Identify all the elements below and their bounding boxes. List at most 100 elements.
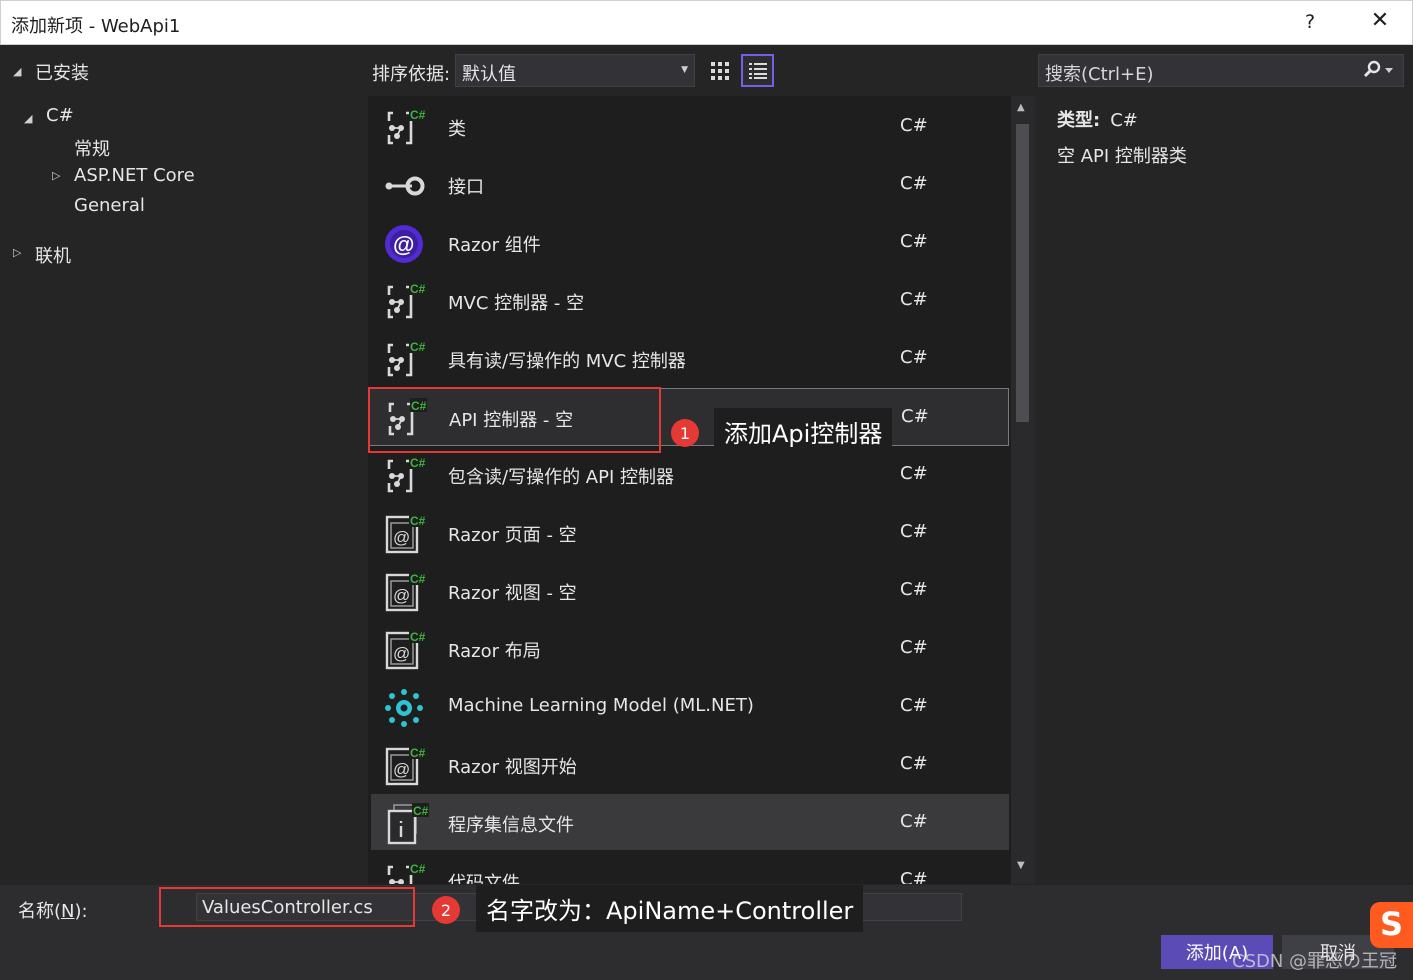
template-icon: C#: [382, 454, 426, 498]
ml-model-icon: [382, 686, 426, 730]
add-new-item-dialog: 添加新项 - WebApi1 ? ✕ ◢ 已安装 ◢ C# 常规 ▷ ASP.N…: [0, 0, 1413, 980]
collapse-icon[interactable]: ◢: [13, 65, 21, 78]
svg-text:C#: C#: [410, 456, 426, 470]
svg-text:C#: C#: [413, 804, 429, 818]
help-button[interactable]: ?: [1297, 11, 1323, 33]
item-name: Razor 视图开始: [448, 757, 577, 778]
item-name: Razor 组件: [448, 235, 541, 256]
close-button[interactable]: ✕: [1365, 8, 1395, 33]
item-language: C#: [900, 637, 928, 658]
type-row: 类型: C#: [1057, 106, 1138, 132]
item-language: C#: [900, 695, 928, 716]
tree-item-aspnet-core[interactable]: ASP.NET Core: [74, 165, 195, 186]
search-box[interactable]: 搜索(Ctrl+E): [1038, 54, 1404, 87]
razor-page-icon: @ C#: [382, 512, 426, 556]
assembly-info-icon: C#: [385, 802, 429, 846]
item-language: C#: [900, 231, 928, 252]
template-list: C# 类 C# 接口 C# @ Razor 组件 C# C# MVC 控制器 -…: [368, 96, 1011, 884]
list-item[interactable]: @ C# Razor 布局 C#: [368, 620, 1009, 678]
item-name: 代码文件: [448, 873, 520, 884]
callout-1: 添加Api控制器: [714, 408, 893, 455]
item-name: 程序集信息文件: [448, 815, 574, 836]
search-icon[interactable]: [1361, 59, 1395, 85]
item-language: C#: [901, 406, 929, 427]
item-language: C#: [900, 347, 928, 368]
svg-text:@: @: [393, 586, 410, 605]
svg-text:C#: C#: [410, 108, 426, 122]
step-badge-1: 1: [671, 419, 699, 447]
title-bar: 添加新项 - WebApi1 ? ✕: [0, 0, 1413, 45]
template-icon: C#: [382, 106, 426, 150]
sort-dropdown[interactable]: 默认值 ▼: [455, 54, 695, 87]
item-language: C#: [900, 579, 928, 600]
item-name: Razor 布局: [448, 641, 541, 662]
template-icon: C#: [382, 280, 426, 324]
item-name: 接口: [448, 177, 484, 198]
tree-item-general[interactable]: General: [74, 195, 145, 216]
item-name: 具有读/写操作的 MVC 控制器: [448, 351, 686, 372]
interface-icon: [382, 164, 426, 208]
item-name: 包含读/写操作的 API 控制器: [448, 467, 674, 488]
category-tree: ◢ 已安装 ◢ C# 常规 ▷ ASP.NET Core General ▷ 联…: [0, 45, 368, 885]
expand-icon[interactable]: ▷: [52, 169, 60, 182]
list-item[interactable]: C# 类 C#: [368, 98, 1009, 156]
tree-item-csharp[interactable]: C#: [46, 105, 74, 126]
item-language: C#: [900, 753, 928, 774]
scroll-thumb[interactable]: [1016, 124, 1029, 422]
list-item[interactable]: @ C# Razor 视图 - 空 C#: [368, 562, 1009, 620]
svg-text:C#: C#: [410, 746, 426, 760]
item-name: 类: [448, 119, 466, 140]
razor-page-icon: @ C#: [382, 628, 426, 672]
list-item[interactable]: C# 包含读/写操作的 API 控制器 C#: [368, 446, 1009, 504]
template-icon: C#: [382, 338, 426, 382]
razor-page-icon: @ C#: [382, 744, 426, 788]
item-language: C#: [900, 115, 928, 136]
list-item[interactable]: @ C# Razor 页面 - 空 C#: [368, 504, 1009, 562]
collapse-icon[interactable]: ◢: [24, 112, 32, 125]
tree-item-general-cn[interactable]: 常规: [74, 135, 110, 161]
svg-text:C#: C#: [410, 572, 426, 586]
highlight-box-api-controller: [368, 387, 661, 453]
step-badge-2: 2: [432, 896, 460, 924]
list-scrollbar[interactable]: ▲ ▼: [1011, 96, 1035, 884]
grid-view-button[interactable]: [703, 54, 736, 87]
item-language: C#: [900, 173, 928, 194]
list-item[interactable]: C# MVC 控制器 - 空 C#: [368, 272, 1009, 330]
svg-text:C#: C#: [410, 340, 426, 354]
sogou-ime-icon[interactable]: S: [1370, 902, 1413, 948]
item-language: C#: [900, 869, 928, 884]
list-item-hovered[interactable]: C# 程序集信息文件 C#: [371, 794, 1009, 850]
item-name: Machine Learning Model (ML.NET): [448, 695, 754, 716]
watermark: CSDN @罪恶の王冠: [1232, 951, 1398, 972]
window-title: 添加新项 - WebApi1: [11, 16, 181, 37]
svg-text:@: @: [393, 760, 410, 779]
item-language: C#: [900, 289, 928, 310]
item-name: Razor 页面 - 空: [448, 525, 577, 546]
description: 空 API 控制器类: [1057, 146, 1187, 167]
callout-2: 名字改为：ApiName+Controller: [476, 885, 864, 932]
name-label-suffix: ):: [74, 901, 88, 922]
list-item[interactable]: Machine Learning Model (ML.NET) C#: [368, 678, 1009, 736]
expand-icon[interactable]: ▷: [13, 246, 21, 259]
item-name: MVC 控制器 - 空: [448, 293, 585, 314]
name-label-prefix: 名称(: [18, 901, 62, 922]
list-icon: [748, 62, 767, 79]
svg-text:C#: C#: [410, 862, 426, 876]
scroll-down-icon[interactable]: ▼: [1017, 860, 1025, 871]
svg-text:@: @: [393, 232, 414, 257]
list-view-button[interactable]: [741, 54, 774, 87]
svg-text:C#: C#: [410, 282, 426, 296]
list-item[interactable]: @ C# Razor 视图开始 C#: [368, 736, 1009, 794]
list-item[interactable]: C# 具有读/写操作的 MVC 控制器 C#: [368, 330, 1009, 388]
template-icon: C#: [382, 860, 426, 884]
list-item[interactable]: 接口 C#: [368, 156, 1009, 214]
svg-text:@: @: [393, 644, 410, 663]
tree-item-installed[interactable]: 已安装: [35, 59, 89, 85]
item-language: C#: [900, 463, 928, 484]
scroll-up-icon[interactable]: ▲: [1017, 102, 1025, 113]
tree-item-online[interactable]: 联机: [35, 242, 71, 268]
list-item[interactable]: @ Razor 组件 C#: [368, 214, 1009, 272]
item-language: C#: [900, 811, 928, 832]
item-language: C#: [900, 521, 928, 542]
list-item[interactable]: C# 代码文件 C#: [368, 852, 1009, 884]
